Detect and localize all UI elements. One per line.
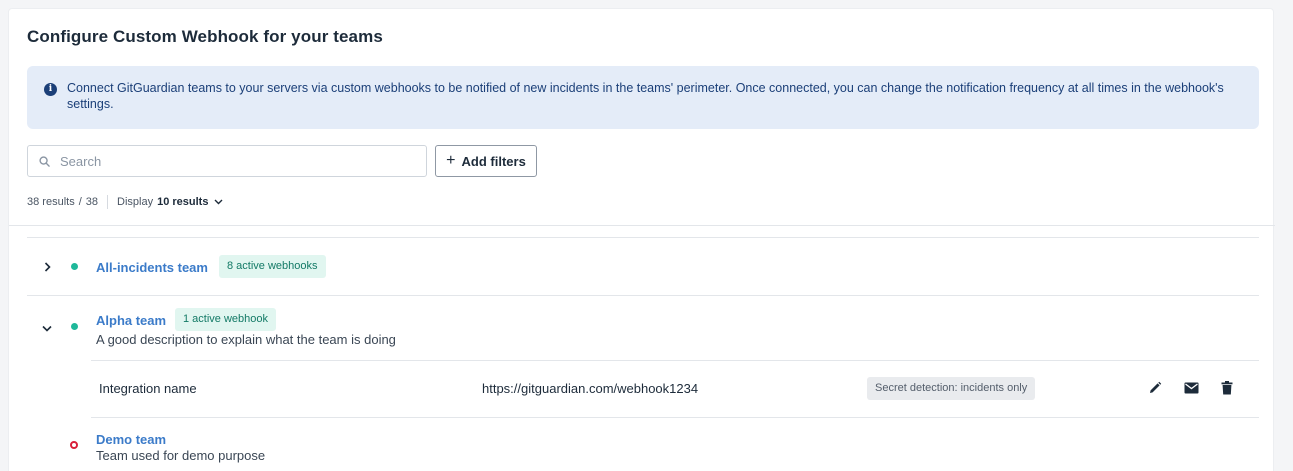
expand-toggle-all-incidents[interactable] (39, 259, 55, 275)
display-label: Display (117, 196, 154, 208)
team-description: A good description to explain what the t… (96, 332, 396, 347)
info-banner-text: Connect GitGuardian teams to your server… (67, 81, 1224, 111)
results-total: 38 (85, 196, 99, 208)
add-filters-button[interactable]: + Add filters (435, 145, 537, 177)
display-select[interactable]: 10 results (157, 196, 208, 208)
chevron-down-icon[interactable] (214, 199, 223, 205)
status-dot-active (71, 323, 78, 330)
webhook-url: https://gitguardian.com/webhook1234 (482, 381, 699, 396)
divider (107, 195, 109, 209)
status-badge: 8 active webhooks (219, 255, 326, 278)
scope-tag: Secret detection: incidents only (867, 377, 1036, 400)
expand-toggle-alpha[interactable] (39, 320, 55, 336)
status-dot-inactive (70, 441, 78, 449)
team-name-link[interactable]: Demo team (96, 432, 166, 447)
results-count: 38 results (27, 196, 75, 208)
row-divider (91, 417, 1259, 418)
team-name-link[interactable]: Alpha team (96, 313, 166, 328)
search-field[interactable] (27, 145, 427, 177)
team-description: Team used for demo purpose (96, 448, 266, 463)
search-input[interactable] (60, 146, 420, 176)
integration-name: Integration name (99, 381, 197, 396)
info-icon: i (44, 83, 57, 96)
section-divider (9, 225, 1275, 226)
results-separator: / (78, 196, 82, 208)
chevron-right-icon (44, 262, 51, 272)
plus-icon: + (446, 151, 456, 169)
row-divider (27, 295, 1259, 296)
status-dot-active (71, 263, 78, 270)
page-title: Configure Custom Webhook for your teams (27, 27, 383, 46)
status-badge: 1 active webhook (175, 308, 276, 331)
info-banner: i Connect GitGuardian teams to your serv… (27, 66, 1259, 129)
row-divider (91, 360, 1259, 361)
search-icon (39, 156, 50, 167)
add-filters-label: Add filters (461, 153, 526, 169)
team-name-link[interactable]: All-incidents team (96, 260, 208, 275)
mail-icon[interactable] (1183, 380, 1199, 396)
results-summary: 38 results / 38 Display 10 results (27, 195, 223, 209)
trash-icon[interactable] (1219, 380, 1235, 396)
webhook-config-card: Configure Custom Webhook for your teams … (8, 8, 1275, 471)
table-top-divider (27, 237, 1259, 238)
edit-icon[interactable] (1147, 380, 1163, 396)
chevron-down-icon (42, 325, 52, 332)
